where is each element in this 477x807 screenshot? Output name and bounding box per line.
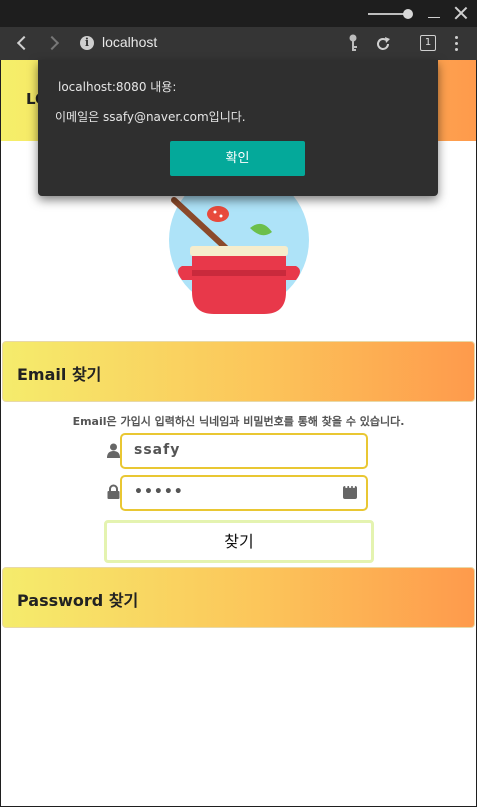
- password-find-title: Password 찾기: [17, 591, 139, 610]
- password-field[interactable]: [120, 475, 368, 511]
- password-input[interactable]: [134, 477, 334, 507]
- browser-toolbar: i localhost 1: [0, 27, 477, 60]
- forward-arrow-icon: [44, 35, 60, 51]
- zoom-slider-knob[interactable]: [403, 9, 413, 19]
- browser-titlebar: [0, 0, 477, 27]
- address-bar-url[interactable]: localhost: [102, 34, 157, 50]
- close-window-icon[interactable]: [454, 6, 468, 20]
- find-email-button[interactable]: 찾기: [104, 520, 374, 563]
- email-find-description: Email은 가입시 입력하신 닉네임과 비밀번호를 통해 찾을 수 있습니다.: [72, 415, 405, 428]
- email-find-section-header[interactable]: Email 찾기: [2, 341, 475, 402]
- forward-button[interactable]: [44, 33, 64, 53]
- password-find-section-header[interactable]: Password 찾기: [2, 567, 475, 628]
- back-arrow-icon: [16, 35, 32, 51]
- key-icon[interactable]: [346, 34, 360, 52]
- tab-count-button[interactable]: 1: [420, 35, 436, 51]
- password-reveal-icon[interactable]: [343, 483, 357, 499]
- alert-ok-button[interactable]: 확인: [170, 141, 305, 176]
- email-find-title: Email 찾기: [17, 365, 102, 384]
- menu-kebab-icon[interactable]: [455, 36, 459, 52]
- nickname-field[interactable]: [120, 433, 368, 469]
- alert-message: 이메일은 ssafy@naver.com입니다.: [55, 110, 246, 124]
- reload-icon[interactable]: [374, 35, 392, 53]
- minimize-icon[interactable]: [428, 17, 440, 18]
- site-info-icon[interactable]: i: [80, 36, 94, 50]
- alert-origin-text: localhost:8080 내용:: [58, 80, 177, 94]
- user-icon: [107, 443, 120, 458]
- lock-icon: [107, 484, 120, 499]
- alert-dialog: localhost:8080 내용: 이메일은 ssafy@naver.com입…: [38, 60, 438, 196]
- nickname-input[interactable]: [134, 435, 334, 465]
- back-button[interactable]: [12, 33, 32, 53]
